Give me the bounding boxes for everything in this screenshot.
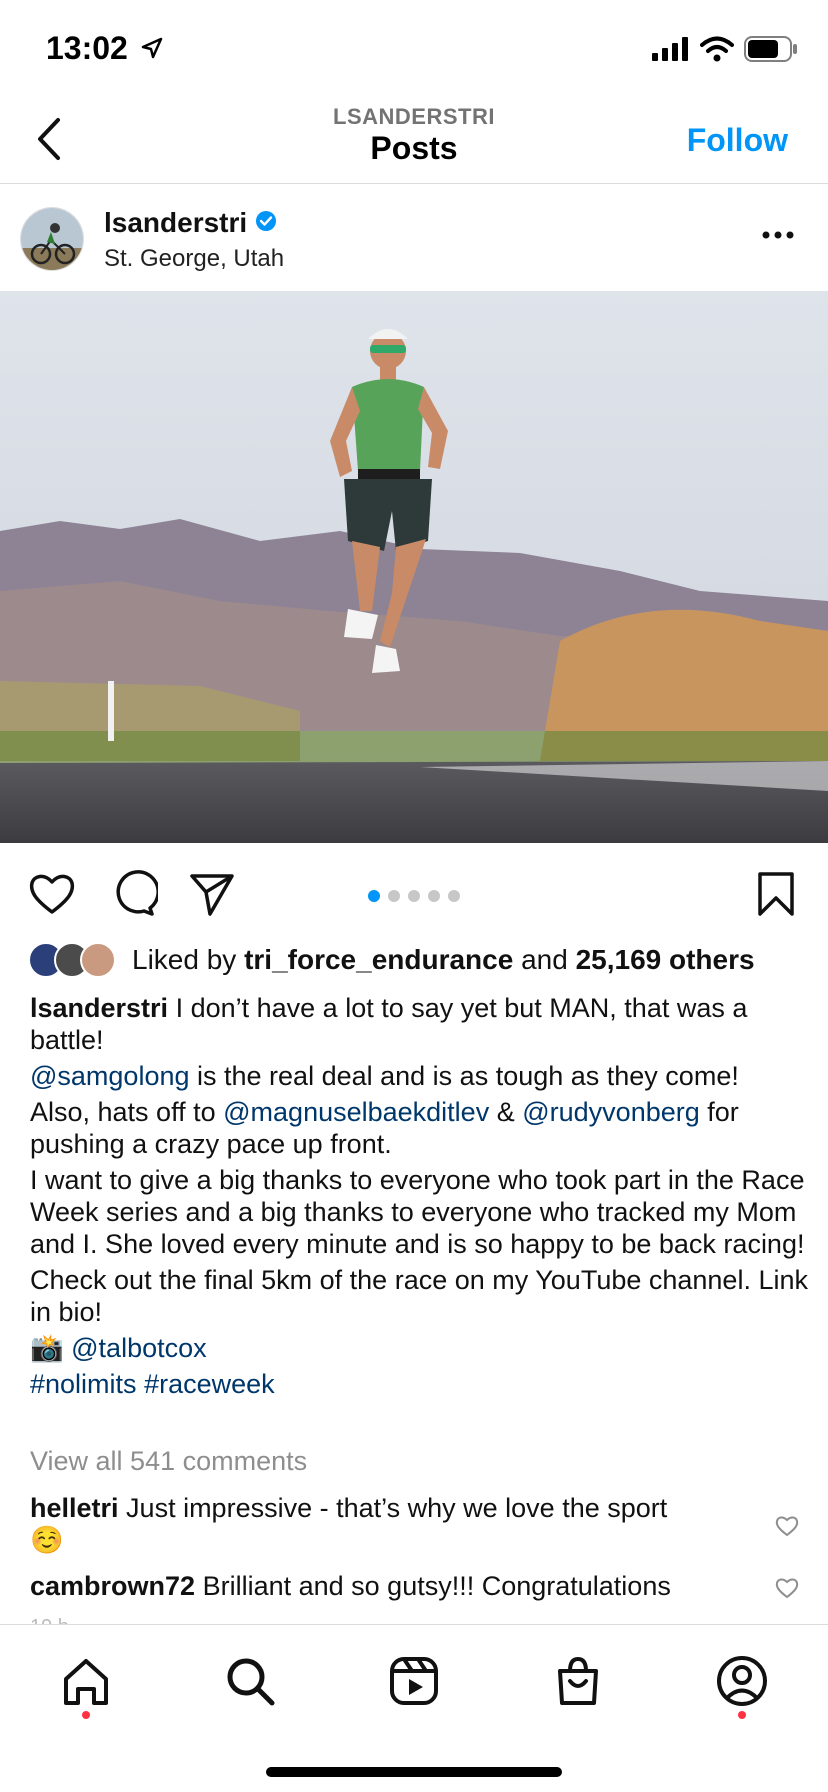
comment-text: Just impressive - that’s why we love the…: [126, 1493, 668, 1523]
post-caption: lsanderstri I don’t have a lot to say ye…: [30, 992, 810, 1404]
heart-icon: [775, 1578, 799, 1599]
like-button[interactable]: [26, 868, 78, 920]
status-bar: 13:02: [0, 0, 828, 96]
caption-line: &: [496, 1097, 515, 1127]
status-time: 13:02: [46, 30, 128, 66]
share-button[interactable]: [186, 868, 238, 920]
bottom-tab-bar: [0, 1624, 828, 1792]
post-username[interactable]: lsanderstri: [104, 207, 247, 239]
liker-avatars: [28, 942, 124, 978]
post-location[interactable]: St. George, Utah: [104, 245, 284, 273]
carousel-indicator: [368, 890, 460, 902]
follow-button[interactable]: Follow: [687, 122, 788, 159]
more-options-button[interactable]: [758, 225, 798, 245]
comment-icon: [116, 870, 160, 916]
comment-item: cambrown72 Brilliant and so gutsy!!! Con…: [30, 1570, 750, 1602]
shop-icon: [558, 1656, 598, 1705]
heart-icon: [775, 1516, 799, 1537]
status-indicators: [652, 36, 798, 67]
carousel-dot: [388, 890, 400, 902]
caption-line: I want to give a big thanks to everyone …: [30, 1165, 805, 1259]
comment-text: Brilliant and so gutsy!!! Congratulation…: [202, 1571, 671, 1601]
liker-username[interactable]: tri_force_endurance: [244, 944, 513, 976]
post-author[interactable]: lsanderstri: [104, 207, 277, 239]
reels-icon: [390, 1657, 438, 1705]
comment-like-button[interactable]: [774, 1514, 800, 1538]
mention-link[interactable]: @samgolong: [30, 1061, 190, 1091]
share-icon: [190, 874, 234, 916]
heart-icon: [29, 874, 75, 914]
mention-link[interactable]: @magnuselbaekditlev: [223, 1097, 489, 1127]
view-all-comments-link[interactable]: View all 541 comments: [30, 1446, 307, 1477]
likes-others[interactable]: 25,169 others: [576, 944, 755, 976]
save-button[interactable]: [750, 868, 802, 920]
tab-home[interactable]: [58, 1653, 114, 1709]
likes-summary[interactable]: Liked by tri_force_endurance and 25,169 …: [28, 940, 755, 980]
posts-header: LSANDERSTRI Posts Follow: [0, 96, 828, 184]
carousel-dot: [428, 890, 440, 902]
tab-shop[interactable]: [550, 1653, 606, 1709]
home-icon: [64, 1659, 108, 1705]
caption-line: Also, hats off to: [30, 1097, 216, 1127]
carousel-dot: [408, 890, 420, 902]
liker-avatar: [80, 942, 116, 978]
profile-icon: [717, 1656, 767, 1706]
tab-profile[interactable]: [714, 1653, 770, 1709]
cellular-signal-icon: [652, 37, 690, 66]
notification-dot: [738, 1711, 746, 1719]
camera-emoji: 📸: [30, 1333, 64, 1363]
home-indicator: [266, 1767, 562, 1777]
notification-dot: [82, 1711, 90, 1719]
post-actions: [0, 858, 828, 938]
caption-line: is the real deal and is as tough as they…: [197, 1061, 739, 1091]
likes-conjunction: and: [521, 944, 568, 975]
avatar[interactable]: [20, 207, 84, 271]
hashtag-link[interactable]: #nolimits: [30, 1369, 137, 1399]
carousel-dot: [448, 890, 460, 902]
more-icon: [762, 231, 794, 239]
comment-like-button[interactable]: [774, 1576, 800, 1600]
post-image[interactable]: [0, 291, 828, 843]
tab-search[interactable]: [222, 1653, 278, 1709]
wifi-icon: [700, 36, 734, 67]
likes-prefix: Liked by: [132, 944, 237, 975]
comment-username[interactable]: cambrown72: [30, 1571, 195, 1601]
battery-icon: [744, 36, 798, 67]
location-arrow-icon: [140, 36, 164, 65]
bookmark-icon: [758, 872, 794, 916]
comment-button[interactable]: [106, 868, 160, 920]
verified-badge-icon: [255, 207, 277, 239]
caption-line: Check out the final 5km of the race on m…: [30, 1265, 808, 1327]
mention-link[interactable]: @rudyvonberg: [522, 1097, 700, 1127]
comment-emoji: ☺️: [30, 1525, 64, 1555]
search-icon: [227, 1658, 275, 1706]
caption-username[interactable]: lsanderstri: [30, 993, 168, 1023]
hashtag-link[interactable]: #raceweek: [144, 1369, 275, 1399]
mention-link[interactable]: @talbotcox: [71, 1333, 206, 1363]
carousel-dot: [368, 890, 380, 902]
tab-reels[interactable]: [386, 1653, 442, 1709]
comment-item: helletri Just impressive - that’s why we…: [30, 1492, 750, 1556]
post-header: lsanderstri St. George, Utah: [0, 185, 828, 291]
comment-username[interactable]: helletri: [30, 1493, 119, 1523]
